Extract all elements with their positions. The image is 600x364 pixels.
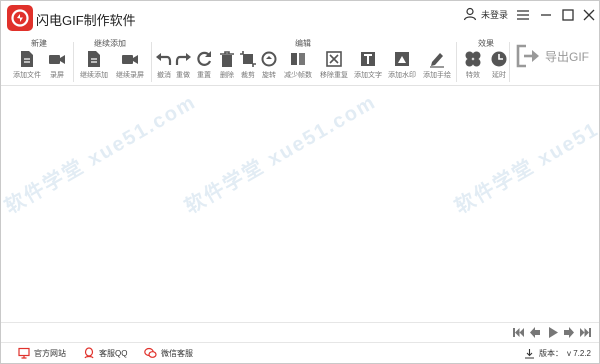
delay-button[interactable]: 延时: [480, 50, 518, 84]
remove-duplicate-label: 移除重复: [320, 72, 348, 79]
text-icon: [361, 52, 375, 66]
user-login-label: 未登录: [481, 9, 509, 20]
group-label-edit: 编辑: [295, 39, 311, 48]
remove-duplicate-button[interactable]: 移除重复: [315, 50, 353, 84]
next-frame-icon[interactable]: [562, 326, 575, 339]
pen-icon: [430, 53, 444, 68]
status-bar: 官方网站 客服QQ 微信客服 版本： v 7.2.2: [1, 342, 599, 364]
reduce-frames-button[interactable]: 减少帧数: [279, 50, 317, 84]
delay-label: 延时: [492, 72, 506, 79]
app-logo-icon: [7, 5, 33, 31]
group-label-effects: 效果: [478, 39, 494, 48]
effect-label: 特效: [466, 72, 480, 79]
rotate-icon: [261, 51, 277, 67]
watermark-text: 软件学堂 xue51.com: [451, 90, 600, 219]
file-icon: [21, 51, 33, 67]
monitor-icon: [18, 347, 30, 359]
customer-qq-label: 客服QQ: [99, 348, 128, 358]
official-website-link[interactable]: 官方网站: [18, 347, 66, 359]
add-watermark-button[interactable]: 添加水印: [383, 50, 421, 84]
add-file-label: 添加文件: [13, 72, 41, 79]
clock-icon: [491, 51, 507, 67]
app-title: 闪电GIF制作软件: [36, 13, 136, 28]
add-watermark-label: 添加水印: [388, 72, 416, 79]
export-gif-button[interactable]: 导出GIF: [516, 44, 589, 68]
playback-bar: [1, 322, 599, 342]
canvas-area[interactable]: 软件学堂 xue51.com 软件学堂 xue51.com 软件学堂 xue51…: [1, 86, 600, 322]
close-icon: [583, 9, 595, 21]
menu-button[interactable]: [515, 7, 531, 23]
add-handwriting-button[interactable]: 添加手绘: [418, 50, 456, 84]
frames-icon: [291, 53, 305, 65]
add-handwriting-label: 添加手绘: [423, 72, 451, 79]
remove-duplicate-icon: [326, 51, 342, 67]
official-website-label: 官方网站: [34, 348, 66, 358]
version-info: 版本： v 7.2.2: [524, 348, 591, 359]
camera-icon: [49, 55, 65, 64]
previous-frame-icon[interactable]: [529, 326, 542, 339]
toolbar: 新建 继续添加 编辑 效果 添加文件 录屏 继续添加 继续录屏 撤消 重做 重置…: [1, 35, 599, 86]
continue-add-button[interactable]: 继续添加: [75, 50, 113, 84]
continue-add-label: 继续添加: [80, 72, 108, 79]
qq-icon: [84, 347, 94, 359]
camera-icon: [122, 55, 138, 64]
record-label: 录屏: [50, 72, 64, 79]
last-frame-icon[interactable]: [579, 326, 592, 339]
wechat-icon: [144, 347, 157, 358]
watermark-text: 软件学堂 xue51.com: [1, 90, 201, 219]
reduce-frames-label: 减少帧数: [284, 72, 312, 79]
watermark-text: 软件学堂 xue51.com: [181, 90, 381, 219]
download-icon[interactable]: [524, 348, 535, 359]
group-label-continue: 继续添加: [94, 39, 126, 48]
play-icon[interactable]: [546, 326, 559, 339]
title-bar: 闪电GIF制作软件 未登录: [1, 1, 599, 35]
add-text-label: 添加文字: [354, 72, 382, 79]
add-text-button[interactable]: 添加文字: [349, 50, 387, 84]
close-button[interactable]: [581, 7, 597, 23]
rotate-label: 旋转: [262, 72, 276, 79]
maximize-icon: [562, 9, 574, 21]
watermark-icon: [395, 52, 409, 66]
user-icon: [463, 7, 477, 21]
export-gif-label: 导出GIF: [545, 49, 589, 64]
app-window: 闪电GIF制作软件 未登录 新建 继续添加 编辑 效果 添加文件 录屏 继续添加…: [0, 0, 600, 364]
export-icon: [516, 44, 539, 68]
minimize-icon: [541, 14, 551, 16]
continue-record-label: 继续录屏: [116, 72, 144, 79]
record-button[interactable]: 录屏: [38, 50, 76, 84]
user-login[interactable]: 未登录: [463, 7, 508, 21]
version-label: 版本：: [538, 349, 563, 358]
version-value: v 7.2.2: [566, 349, 591, 358]
wechat-service-link[interactable]: 微信客服: [144, 347, 193, 359]
customer-qq-link[interactable]: 客服QQ: [83, 347, 127, 359]
continue-record-button[interactable]: 继续录屏: [111, 50, 149, 84]
maximize-button[interactable]: [560, 7, 576, 23]
first-frame-icon[interactable]: [512, 326, 525, 339]
file-icon: [88, 51, 100, 67]
minimize-button[interactable]: [538, 7, 554, 23]
group-label-new: 新建: [31, 39, 47, 48]
wechat-service-label: 微信客服: [161, 348, 193, 358]
menu-icon: [517, 10, 529, 20]
